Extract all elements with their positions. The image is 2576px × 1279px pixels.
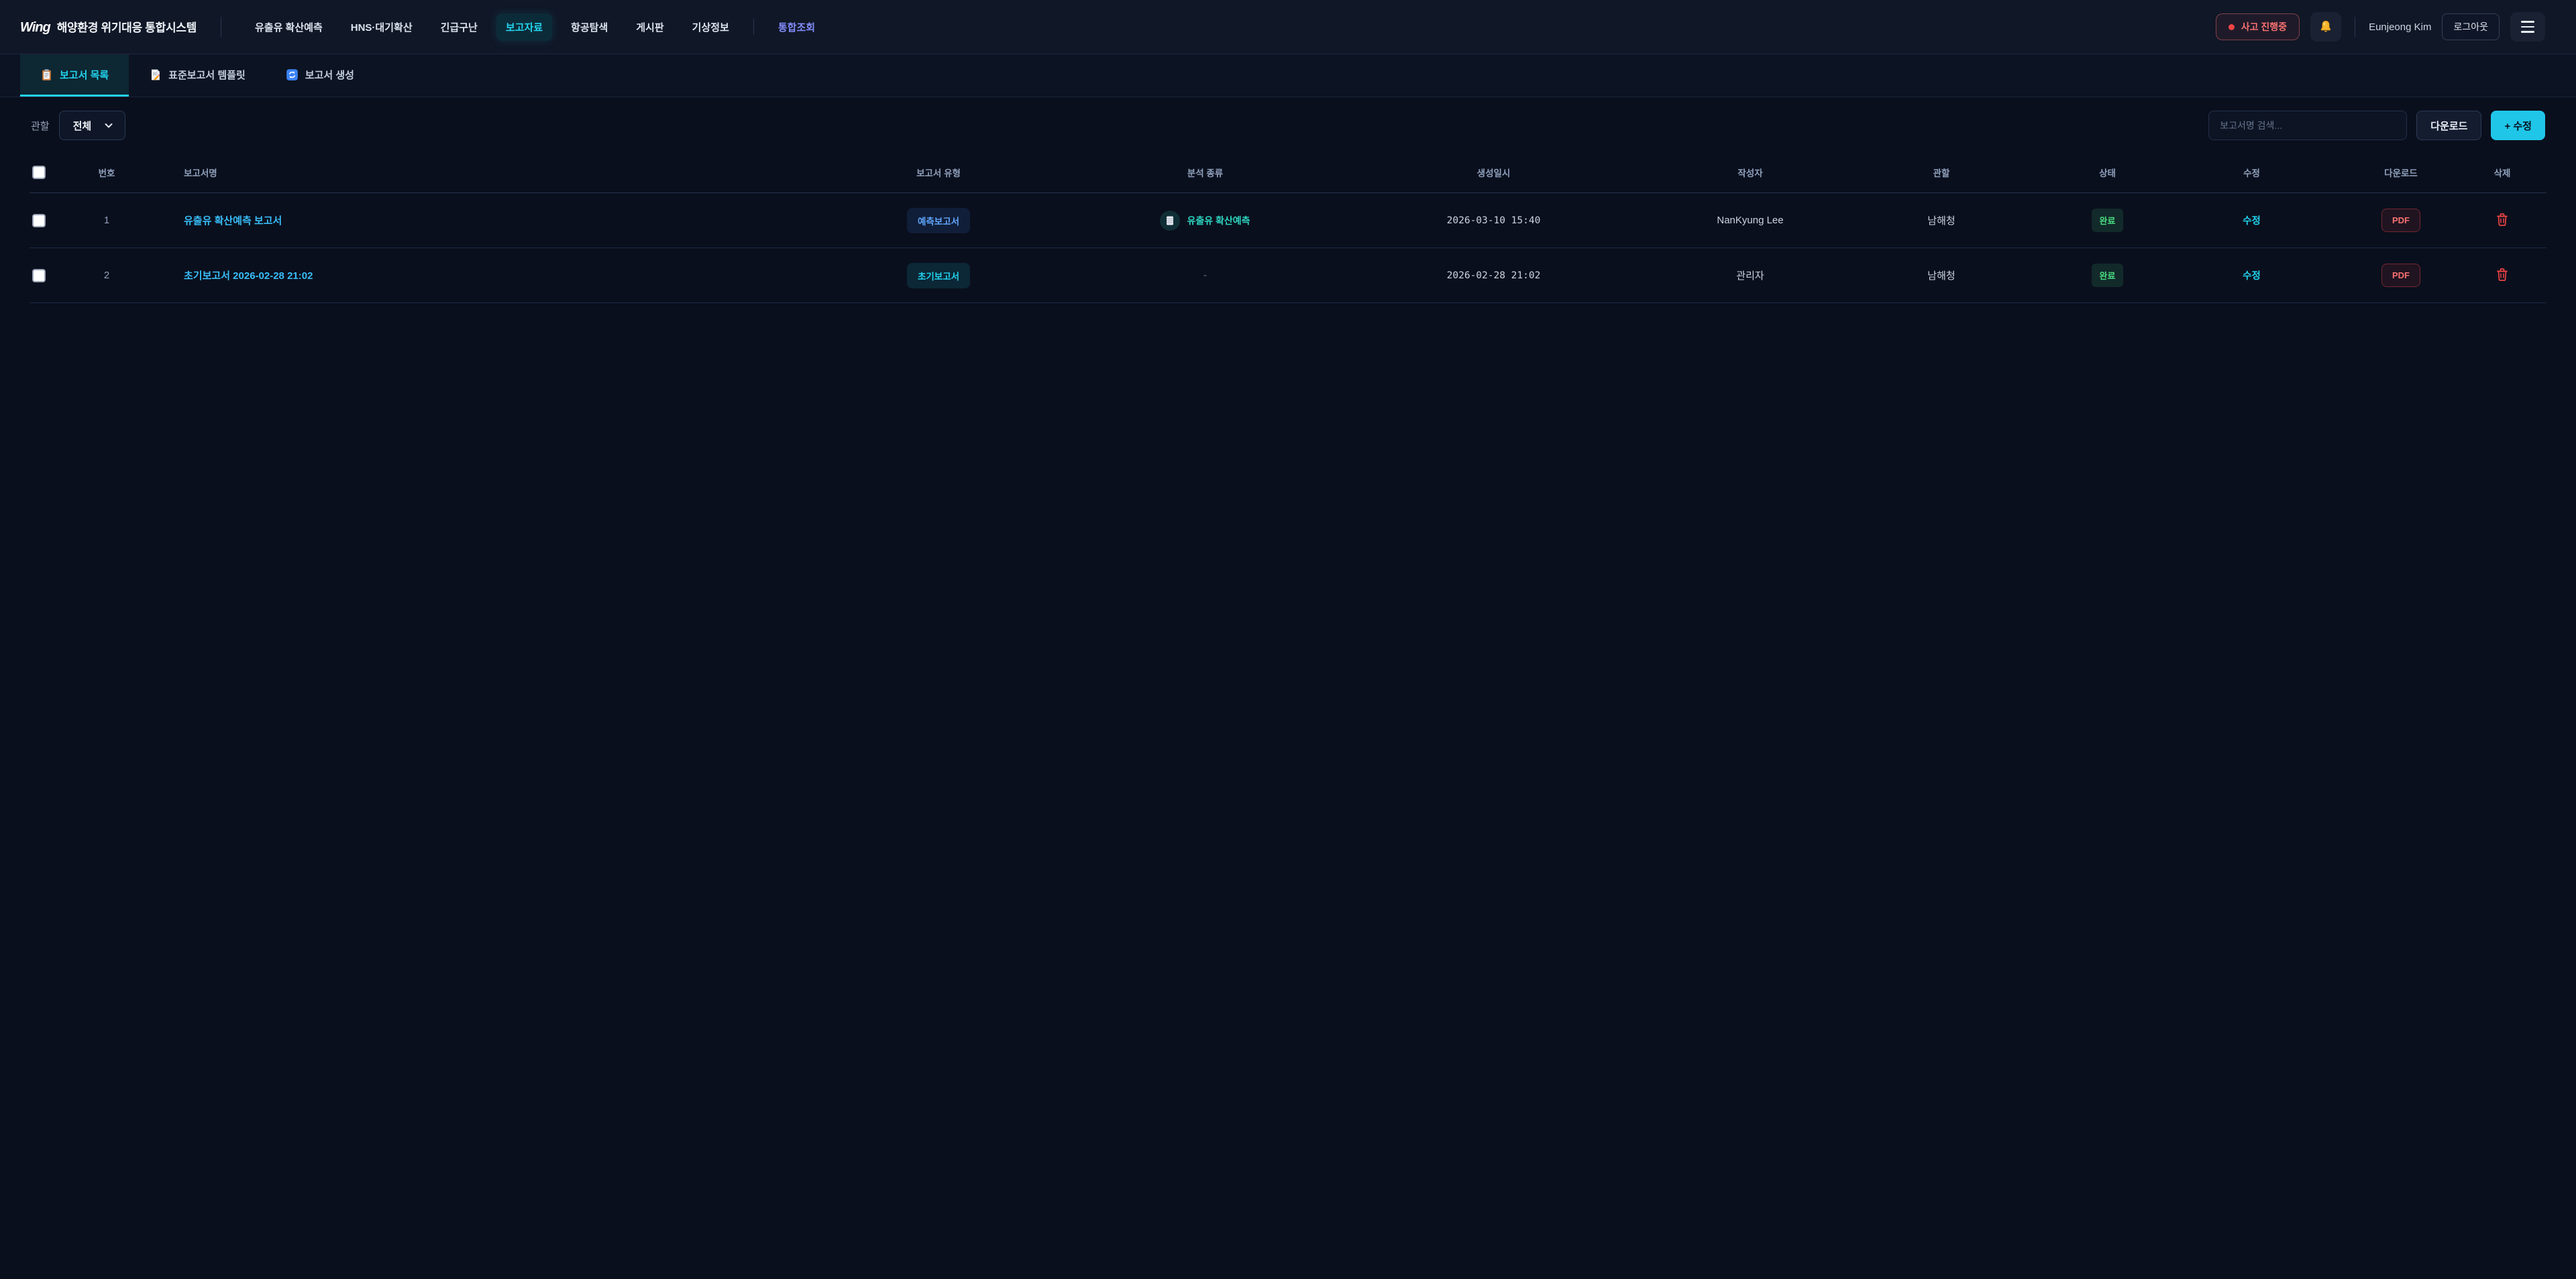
oil-drum-icon <box>1165 215 1175 226</box>
report-search-input[interactable] <box>2208 111 2407 140</box>
created-datetime: 2026-02-28 21:02 <box>1314 248 1673 303</box>
tab-report-list[interactable]: 보고서 목록 <box>20 54 129 97</box>
report-table: 번호보고서명보고서 유형분석 종류생성일시작성자관할상태수정다운로드삭제 1유출… <box>30 152 2546 303</box>
table-header-row: 번호보고서명보고서 유형분석 종류생성일시작성자관할상태수정다운로드삭제 <box>30 152 2546 193</box>
incident-dot-icon <box>2229 24 2235 30</box>
tab-standard-report-template[interactable]: 표준보고서 템플릿 <box>129 54 266 97</box>
table-row: 1 유출유 확산예측 보고서 예측보고서 유출유 확산예측 2026-03-10 15:… <box>30 193 2546 248</box>
tab-label: 보고서 생성 <box>305 68 354 82</box>
nav-item-hns-air-diffusion[interactable]: HNS·대기확산 <box>341 13 422 41</box>
report-number: 2 <box>70 248 144 303</box>
tab-label: 표준보고서 템플릿 <box>168 68 246 82</box>
jurisdiction-select-value: 전체 <box>73 119 92 133</box>
status-badge: 완료 <box>2092 264 2124 287</box>
column-header-edit: 수정 <box>2159 152 2344 193</box>
tab-label: 보고서 목록 <box>60 68 109 82</box>
nav-item-weather-info[interactable]: 기상정보 <box>683 13 739 41</box>
jurisdiction-name: 남해청 <box>1827 193 2055 248</box>
row-checkbox[interactable] <box>32 214 46 227</box>
bell-icon <box>2318 19 2333 34</box>
trash-icon <box>2496 268 2508 281</box>
wing-logo: Wing <box>20 20 50 36</box>
edit-button[interactable]: + 수정 <box>2491 111 2545 140</box>
column-header-jurisdiction: 관할 <box>1827 152 2055 193</box>
analysis-type: - <box>1203 270 1207 281</box>
report-type-badge: 예측보고서 <box>907 208 970 233</box>
tab-report-generate[interactable]: 보고서 생성 <box>266 54 374 97</box>
chevron-down-icon <box>103 120 114 131</box>
download-button[interactable]: 다운로드 <box>2416 111 2481 140</box>
report-tabbar: 보고서 목록 표준보고서 템플릿 보고서 생성 <box>0 54 2576 97</box>
author-name: NanKyung Lee <box>1673 193 1827 248</box>
row-checkbox[interactable] <box>32 269 46 282</box>
memo-icon <box>149 68 162 81</box>
nav-item-emergency-rescue[interactable]: 긴급구난 <box>431 13 487 41</box>
analysis-type: 유출유 확산예측 <box>1160 211 1250 231</box>
jurisdiction-select[interactable]: 전체 <box>59 111 126 140</box>
author-name: 관리자 <box>1673 248 1827 303</box>
app-logo[interactable]: Wing 해양환경 위기대응 통합시스템 <box>20 18 197 36</box>
jurisdiction-name: 남해청 <box>1827 248 2055 303</box>
incident-status-badge: 사고 진행중 <box>2216 13 2300 40</box>
oil-drum-icon-wrap <box>1160 211 1180 231</box>
nav-item-oil-spill-prediction[interactable]: 유출유 확산예측 <box>246 13 332 41</box>
logout-button[interactable]: 로그아웃 <box>2442 13 2500 40</box>
nav-item-integrated-search[interactable]: 통합조회 <box>769 13 824 41</box>
nav-item-board[interactable]: 게시판 <box>627 13 673 41</box>
column-header-report-type: 보고서 유형 <box>781 152 1096 193</box>
column-header-report-name: 보고서명 <box>144 152 781 193</box>
column-header-number: 번호 <box>70 152 144 193</box>
main-nav: 유출유 확산예측 HNS·대기확산 긴급구난 보고자료 항공탐색 게시판 기상정보 통합조회 <box>246 13 2216 41</box>
trash-icon <box>2496 213 2508 226</box>
edit-link[interactable]: 수정 <box>2243 271 2261 282</box>
select-all-checkbox[interactable] <box>32 166 46 179</box>
pdf-download-button[interactable]: PDF <box>2381 264 2420 287</box>
column-header-author: 작성자 <box>1673 152 1827 193</box>
nav-divider <box>753 19 754 35</box>
report-table-wrap: 번호보고서명보고서 유형분석 종류생성일시작성자관할상태수정다운로드삭제 1유출… <box>0 152 2576 303</box>
delete-button[interactable] <box>2493 265 2511 286</box>
column-header-analysis-type: 분석 종류 <box>1096 152 1314 193</box>
header-right: 사고 진행중 Eunjeong Kim 로그아웃 <box>2216 12 2545 42</box>
delete-button[interactable] <box>2493 210 2511 231</box>
app-title: 해양환경 위기대응 통합시스템 <box>57 18 197 35</box>
report-type-badge: 초기보고서 <box>907 263 970 288</box>
clipboard-icon <box>40 68 53 81</box>
table-row: 2 초기보고서 2026-02-28 21:02 초기보고서 - 2026-02-28 … <box>30 248 2546 303</box>
nav-item-aerial-search[interactable]: 항공탐색 <box>561 13 617 41</box>
status-badge: 완료 <box>2092 209 2124 232</box>
user-name: Eunjeong Kim <box>2369 21 2431 33</box>
column-header-download: 다운로드 <box>2344 152 2458 193</box>
edit-link[interactable]: 수정 <box>2243 216 2261 227</box>
top-header: Wing 해양환경 위기대응 통합시스템 유출유 확산예측 HNS·대기확산 긴급구… <box>0 0 2576 54</box>
nav-item-report-data[interactable]: 보고자료 <box>496 13 552 41</box>
refresh-icon <box>286 68 299 81</box>
column-header-checkbox <box>30 152 70 193</box>
report-number: 1 <box>70 193 144 248</box>
column-header-status: 상태 <box>2055 152 2159 193</box>
created-datetime: 2026-03-10 15:40 <box>1314 193 1673 248</box>
hamburger-icon <box>2521 21 2534 33</box>
table-toolbar: 관할 전체 다운로드 + 수정 <box>0 97 2576 152</box>
pdf-download-button[interactable]: PDF <box>2381 209 2420 232</box>
report-title-link[interactable]: 유출유 확산예측 보고서 <box>184 215 282 227</box>
column-header-delete: 삭제 <box>2458 152 2546 193</box>
incident-status-label: 사고 진행중 <box>2241 20 2287 34</box>
column-header-created-at: 생성일시 <box>1314 152 1673 193</box>
report-title-link[interactable]: 초기보고서 2026-02-28 21:02 <box>184 270 313 282</box>
menu-button[interactable] <box>2510 12 2545 42</box>
jurisdiction-filter-label: 관할 <box>31 119 50 133</box>
analysis-type-label: 유출유 확산예측 <box>1187 214 1250 227</box>
notification-bell-button[interactable] <box>2310 12 2341 42</box>
